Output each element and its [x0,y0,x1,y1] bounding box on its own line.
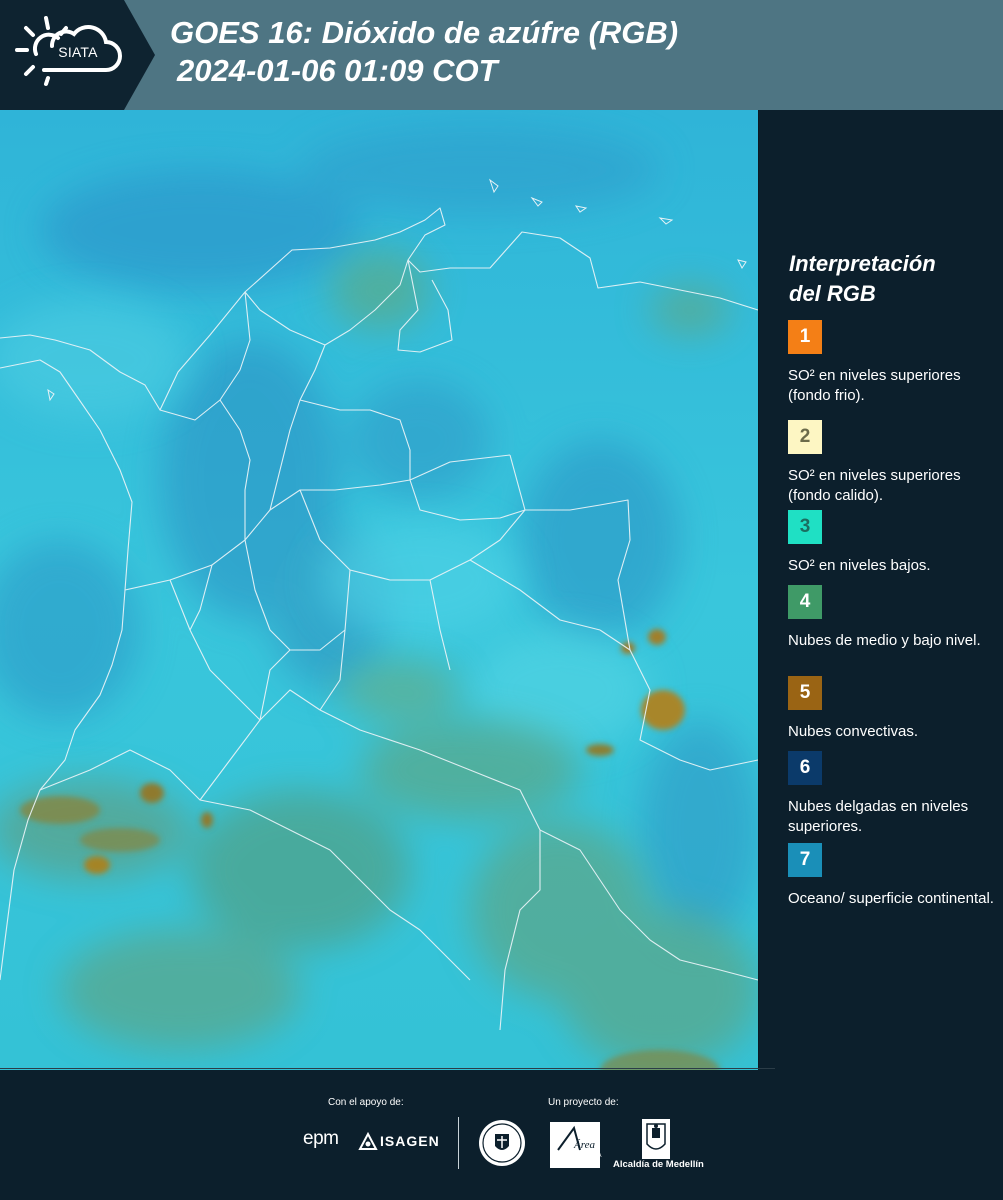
legend-item-6: 6 Nubes delgadas en niveles superiores. [788,751,998,837]
legend-swatch: 5 [788,676,822,710]
support-label: Con el apoyo de: [328,1097,404,1108]
timestamp: 2024-01-06 01:09 COT [177,53,498,88]
alcaldia-logo-text: Alcaldía de Medellín [613,1159,704,1170]
legend-swatch: 2 [788,420,822,454]
area-subtitle-2: Valle de Aburrá [559,1161,593,1167]
legend-title-line1: Interpretación [789,251,936,276]
header-bar: SIATA GOES 16: Dióxido de azúfre (RGB) 2… [0,0,1003,110]
legend-label: Nubes convectivas. [788,723,919,740]
isagen-triangle-icon [358,1132,378,1150]
legend-item-5: 5 Nubes convectivas. [788,676,998,742]
epm-logo[interactable]: epm [303,1128,339,1150]
legend-swatch: 7 [788,843,822,877]
footer-vertical-divider [458,1117,459,1169]
legend-label: SO² en niveles superiores (fondo calido)… [788,467,961,504]
siata-logo[interactable]: SIATA [0,0,155,110]
satellite-map[interactable] [0,110,759,1070]
page-title: GOES 16: Dióxido de azúfre (RGB) [170,15,679,50]
legend-label: Nubes delgadas en niveles superiores. [788,798,969,835]
university-seal-icon[interactable] [477,1118,527,1168]
footer-divider [0,1068,775,1069]
legend-swatch: 4 [788,585,822,619]
legend-item-1: 1 SO² en niveles superiores (fondo frio)… [788,320,998,406]
legend-item-3: 3 SO² en niveles bajos. [788,510,998,576]
project-label: Un proyecto de: [548,1097,619,1108]
legend-item-2: 2 SO² en niveles superiores (fondo calid… [788,420,998,514]
legend-swatch: 3 [788,510,822,544]
siata-logo-text: SIATA [58,44,98,60]
legend-label: Nubes de medio y bajo nivel. [788,632,981,649]
isagen-logo[interactable]: ISAGEN [380,1133,440,1149]
legend-label: Oceano/ superficie continental. [788,890,994,907]
area-name: Área [573,1139,595,1151]
satellite-image [0,110,758,1070]
legend-label: SO² en niveles bajos. [788,557,931,574]
legend-item-7: 7 Oceano/ superficie continental. [788,843,998,909]
legend-label: SO² en niveles superiores (fondo frio). [788,367,961,404]
legend-panel: Interpretación del RGB 1 SO² en niveles … [760,110,1003,1070]
legend-title-line2: del RGB [789,281,876,306]
medellin-coat-of-arms-icon[interactable] [641,1118,671,1160]
legend-item-4: 4 Nubes de medio y bajo nivel. [788,585,998,651]
area-subtitle: METROPOLITANA [550,1153,602,1159]
legend-swatch: 6 [788,751,822,785]
legend-title: Interpretación del RGB [789,249,989,309]
legend-swatch: 1 [788,320,822,354]
footer: Con el apoyo de: Un proyecto de: epm ISA… [0,1068,1003,1200]
